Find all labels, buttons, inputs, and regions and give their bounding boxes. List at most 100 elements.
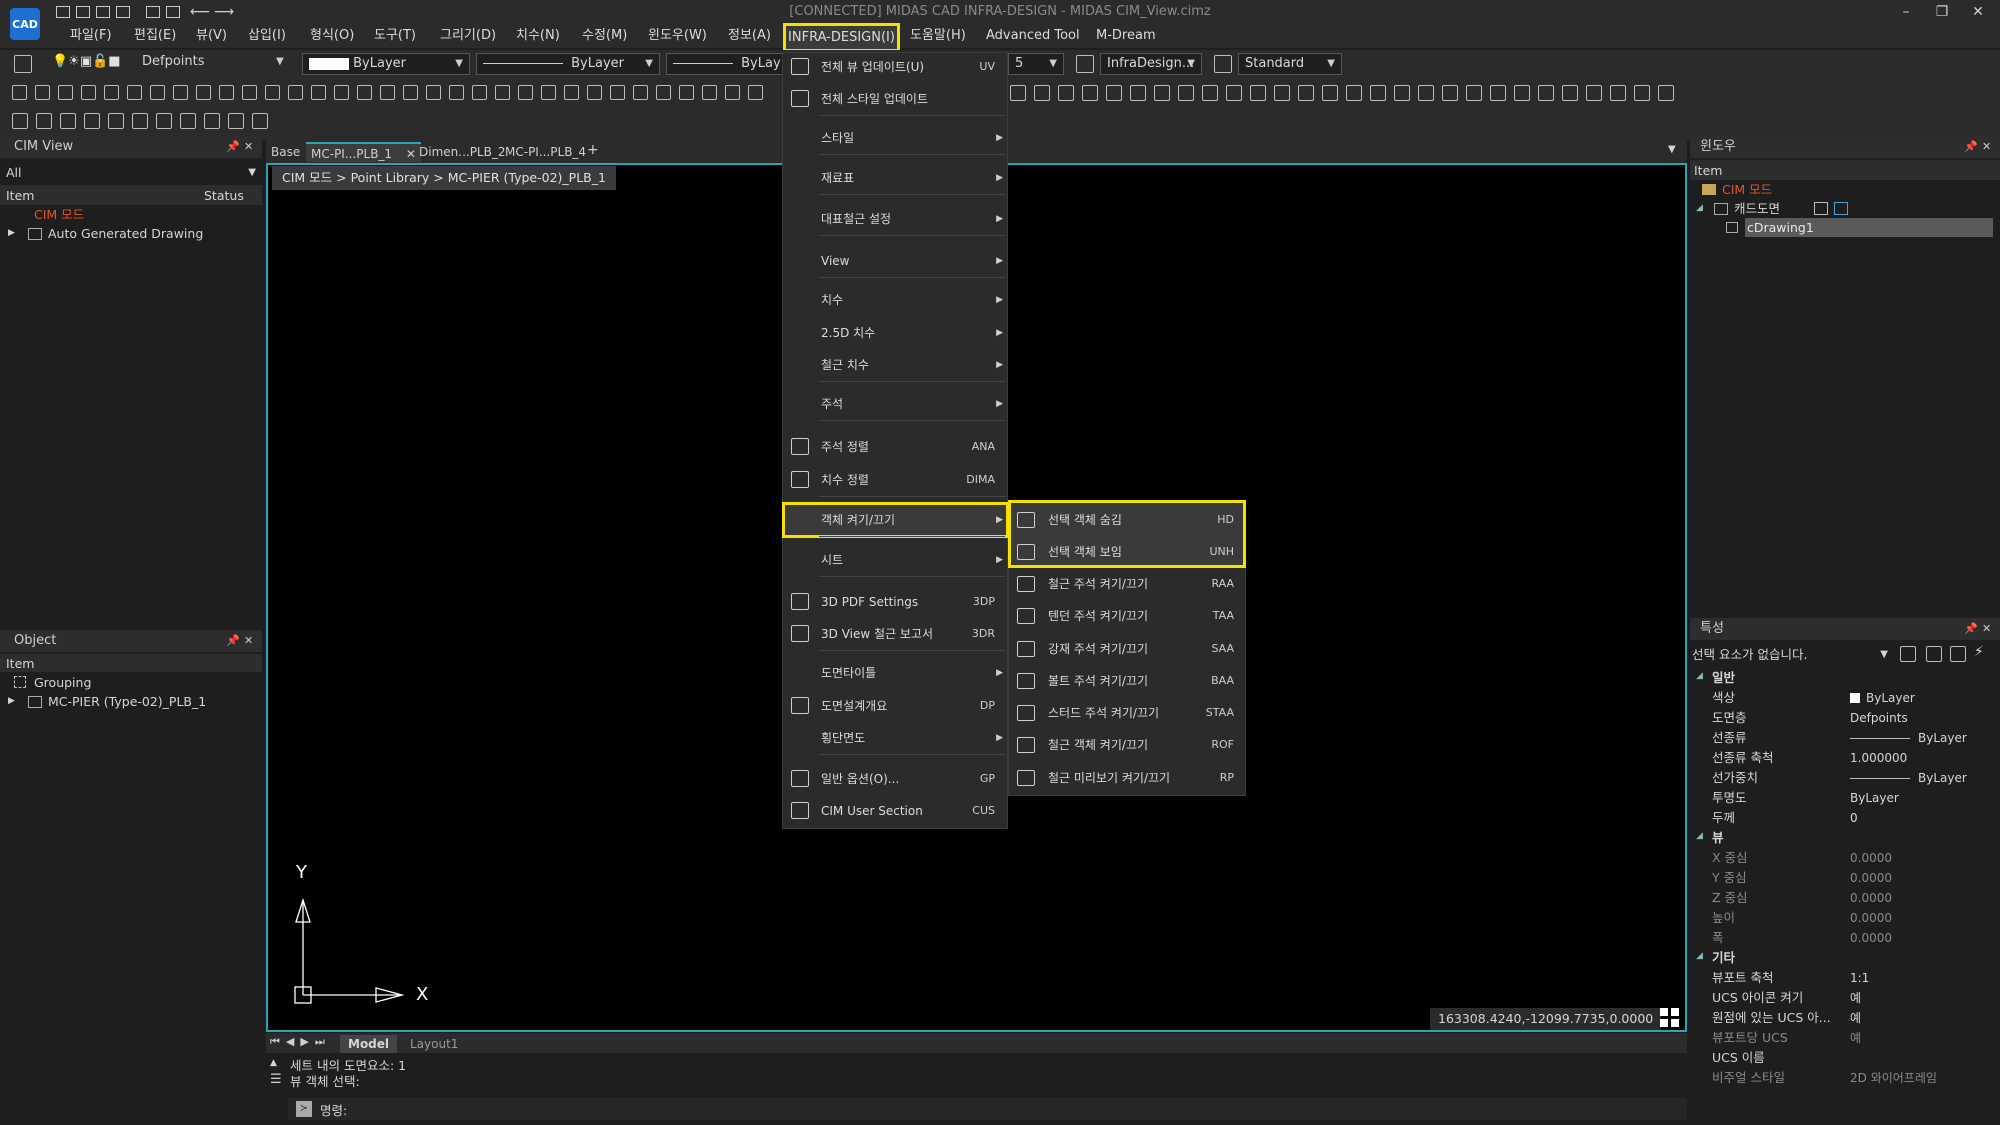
toolbar-tool-icon[interactable] [150,85,165,100]
toolbar-tool-icon[interactable] [84,113,100,129]
menu-item-14[interactable]: 3D PDF Settings 3DP [783,587,1007,617]
toolbar-tool-icon[interactable] [1394,85,1410,101]
menu-item-13[interactable]: 시트 ▶ [783,545,1007,575]
toolbar-tool-icon[interactable] [610,85,625,100]
toolbar-tool-icon[interactable] [12,85,27,100]
toolbar-tool-icon[interactable] [12,113,28,129]
menu-help[interactable]: 도움말(H) [902,26,974,46]
menu-item-19[interactable]: 일반 옵션(O)... GP [783,764,1007,794]
toolbar-tool-icon[interactable] [1034,85,1050,101]
toolbar-tool-icon[interactable] [564,85,579,100]
selection-combo[interactable]: 선택 요소가 없습니다. ▼ [1692,645,1892,665]
menu-dimension[interactable]: 치수(N) [508,26,568,46]
collapse-arrow-icon[interactable]: ◢ [1696,671,1703,681]
toolbar-tool-icon[interactable] [35,85,50,100]
menu-insert[interactable]: 삽입(I) [240,26,294,46]
toolbar-tool-icon[interactable] [449,85,464,100]
toolbar-tool-icon[interactable] [679,85,694,100]
toolbar-tool-icon[interactable] [1178,85,1194,101]
toolbar-tool-icon[interactable] [265,85,280,100]
linetype-combo[interactable]: ByLayer ▼ [476,53,660,75]
lineweight-combo[interactable]: ByLay [666,53,784,75]
pin-icon[interactable]: 📌 [226,634,240,647]
toolbar-tool-icon[interactable] [1490,85,1506,101]
close-icon[interactable]: ✕ [244,140,253,153]
toolbar-tool-icon[interactable] [1634,85,1650,101]
menu-item-9[interactable]: 주석 ▶ [783,389,1007,419]
property-value[interactable]: 예 [1850,1028,1861,1048]
dimstyle-number-combo[interactable]: 5 ▼ [1008,53,1064,75]
open-folder-icon[interactable] [76,6,90,18]
menu-format[interactable]: 형식(O) [302,26,362,46]
toolbar-tool-icon[interactable] [132,113,148,129]
tab-mc-pi-plb-4[interactable]: MC-PI...PLB_4 [500,142,591,162]
restore-button[interactable]: ❐ [1930,4,1954,20]
select-objects-icon[interactable] [1950,646,1966,662]
toolbar-tool-icon[interactable] [204,113,220,129]
tab-model[interactable]: Model [340,1035,398,1053]
submenu-item-7[interactable]: 철근 객체 켜기/끄기 ROF [1010,729,1246,761]
print-icon[interactable] [146,6,160,18]
window-tree-cdrawing1[interactable]: cDrawing1 [1745,218,1993,237]
submenu-item-5[interactable]: 볼트 주석 켜기/끄기 BAA [1010,665,1246,697]
redo-icon[interactable]: ⟶ [214,4,234,20]
toolbar-tool-icon[interactable] [58,85,73,100]
save-icon[interactable] [96,6,110,18]
window-tree-cad-drawing[interactable]: 캐드도면 [1734,199,1780,218]
toolbar-tool-icon[interactable] [1226,85,1242,101]
menu-item-15[interactable]: 3D View 철근 보고서 3DR [783,619,1007,649]
toolbar-tool-icon[interactable] [228,113,244,129]
submenu-item-2[interactable]: 철근 주석 켜기/끄기 RAA [1010,568,1246,600]
menu-file[interactable]: 파일(F) [62,26,120,46]
property-value[interactable]: 0.0000 [1850,888,1892,908]
close-icon[interactable]: ✕ [1982,140,1991,153]
menu-advanced-tool[interactable]: Advanced Tool [978,26,1088,46]
pin-icon[interactable]: 📌 [1964,622,1978,635]
window-tree-cim-mode[interactable]: CIM 모드 [1722,180,1772,199]
toolbar-tool-icon[interactable] [1538,85,1554,101]
menu-item-2[interactable]: 스타일 ▶ [783,123,1007,153]
menu-draw[interactable]: 그리기(D) [432,26,504,46]
color-combo[interactable]: ByLayer ▼ [302,53,470,75]
toolbar-tool-icon[interactable] [173,85,188,100]
object-grouping[interactable]: Grouping [34,673,91,692]
submenu-item-1[interactable]: 선택 객체 보임 UNH [1010,536,1246,568]
property-value[interactable]: 2D 와이어프레임 [1850,1068,1937,1088]
menu-item-1[interactable]: 전체 스타일 업데이트 [783,84,1007,114]
textstyle-combo[interactable]: Standard ▼ [1238,53,1342,75]
menu-view[interactable]: 뷰(V) [188,26,235,46]
toolbar-tool-icon[interactable] [1130,85,1146,101]
toolbar-tool-icon[interactable] [1562,85,1578,101]
property-value[interactable]: 1:1 [1850,968,1869,988]
menu-infra-design[interactable]: INFRA-DESIGN(I) [783,23,900,52]
toolbar-tool-icon[interactable] [311,85,326,100]
command-expand-icon[interactable]: ▲ [270,1058,277,1068]
tree-item-auto-drawing[interactable]: Auto Generated Drawing [48,224,203,243]
toolbar-tool-icon[interactable] [104,85,119,100]
toolbar-tool-icon[interactable] [1586,85,1602,101]
menu-item-11[interactable]: 치수 정렬 DIMA [783,465,1007,495]
menu-edit[interactable]: 편집(E) [126,26,184,46]
toolbar-tool-icon[interactable] [180,113,196,129]
plot-icon[interactable] [166,6,180,18]
minimize-button[interactable]: – [1894,4,1918,20]
toolbar-tool-icon[interactable] [127,85,142,100]
toolbar-tool-icon[interactable] [1514,85,1530,101]
layer-state-icon[interactable]: 💡☀▣🔓■ [52,54,121,69]
undo-icon[interactable]: ⟵ [190,4,210,20]
view-icon[interactable] [1814,202,1828,215]
save-as-icon[interactable] [116,6,130,18]
toolbar-tool-icon[interactable] [403,85,418,100]
tab-base[interactable]: Base [266,142,305,162]
toolbar-tool-icon[interactable] [288,85,303,100]
tree-item-cim-mode[interactable]: CIM 모드 [34,205,84,224]
property-value[interactable]: Defpoints [1850,708,1908,728]
toolbar-tool-icon[interactable] [1082,85,1098,101]
toolbar-tool-icon[interactable] [426,85,441,100]
toolbar-tool-icon[interactable] [1010,85,1026,101]
menu-item-12[interactable]: 객체 켜기/끄기 ▶ [783,505,1007,535]
collapse-arrow-icon[interactable]: ◢ [1696,831,1703,841]
menu-item-18[interactable]: 횡단면도 ▶ [783,723,1007,753]
property-value[interactable]: 예 [1850,1008,1861,1028]
toolbar-tool-icon[interactable] [334,85,349,100]
